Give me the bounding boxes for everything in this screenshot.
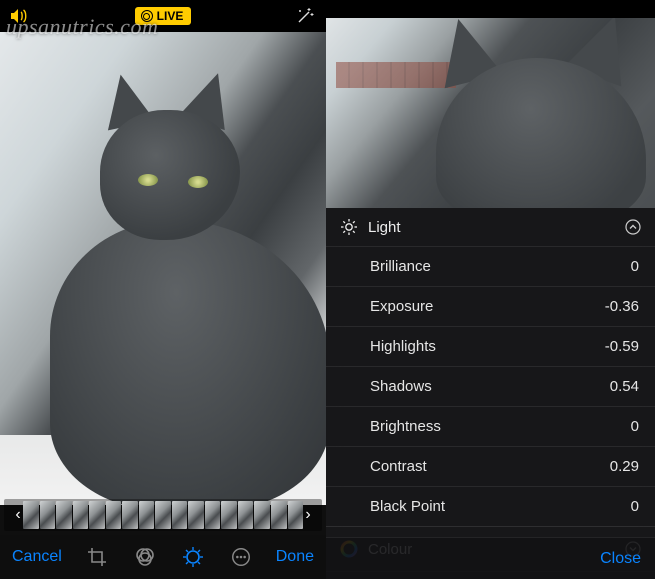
row-contrast[interactable]: Contrast 0.29 bbox=[326, 446, 655, 486]
section-light-label: Light bbox=[368, 219, 401, 236]
label-shadows: Shadows bbox=[370, 378, 432, 395]
live-photo-filmstrip[interactable]: ‹ › bbox=[4, 499, 322, 531]
value-brilliance: 0 bbox=[631, 258, 639, 275]
value-brightness: 0 bbox=[631, 418, 639, 435]
adjustments-panel: Light Brilliance 0 Exposure -0.36 Highli… bbox=[326, 208, 655, 579]
more-icon[interactable] bbox=[230, 546, 252, 568]
done-button[interactable]: Done bbox=[276, 548, 314, 566]
value-black-point: 0 bbox=[631, 498, 639, 515]
live-label: LIVE bbox=[157, 9, 184, 23]
value-contrast: 0.29 bbox=[610, 458, 639, 475]
label-contrast: Contrast bbox=[370, 458, 427, 475]
edit-tools bbox=[86, 546, 252, 568]
live-badge[interactable]: LIVE bbox=[135, 7, 192, 25]
chevron-right-icon[interactable]: › bbox=[304, 507, 312, 523]
row-shadows[interactable]: Shadows 0.54 bbox=[326, 366, 655, 406]
editor-left-pane: LIVE ‹ › Cancel bbox=[0, 0, 326, 579]
filmstrip-frames[interactable] bbox=[23, 501, 303, 529]
status-bar bbox=[326, 0, 655, 18]
light-sun-icon bbox=[340, 218, 358, 236]
label-highlights: Highlights bbox=[370, 338, 436, 355]
magic-wand-icon[interactable] bbox=[296, 7, 314, 25]
cancel-button[interactable]: Cancel bbox=[12, 548, 62, 566]
label-black-point: Black Point bbox=[370, 498, 445, 515]
section-light[interactable]: Light bbox=[326, 208, 655, 246]
value-shadows: 0.54 bbox=[610, 378, 639, 395]
sound-icon[interactable] bbox=[10, 8, 28, 24]
adjust-dial-icon[interactable] bbox=[182, 546, 204, 568]
close-bar: Close bbox=[326, 537, 655, 579]
value-exposure: -0.36 bbox=[605, 298, 639, 315]
editor-right-pane: Light Brilliance 0 Exposure -0.36 Highli… bbox=[326, 0, 655, 579]
row-brightness[interactable]: Brightness 0 bbox=[326, 406, 655, 446]
photo-preview-right[interactable] bbox=[326, 18, 655, 208]
close-button[interactable]: Close bbox=[600, 550, 641, 568]
label-brightness: Brightness bbox=[370, 418, 441, 435]
crop-icon[interactable] bbox=[86, 546, 108, 568]
chevron-left-icon[interactable]: ‹ bbox=[14, 507, 22, 523]
label-exposure: Exposure bbox=[370, 298, 433, 315]
bottom-toolbar: Cancel Done bbox=[0, 535, 326, 579]
label-brilliance: Brilliance bbox=[370, 258, 431, 275]
live-concentric-icon bbox=[141, 10, 153, 22]
row-brilliance[interactable]: Brilliance 0 bbox=[326, 246, 655, 286]
value-highlights: -0.59 bbox=[605, 338, 639, 355]
row-exposure[interactable]: Exposure -0.36 bbox=[326, 286, 655, 326]
photo-preview[interactable] bbox=[0, 32, 326, 505]
row-black-point[interactable]: Black Point 0 bbox=[326, 486, 655, 526]
filters-icon[interactable] bbox=[134, 546, 156, 568]
row-highlights[interactable]: Highlights -0.59 bbox=[326, 326, 655, 366]
top-bar: LIVE bbox=[0, 0, 326, 32]
chevron-up-icon bbox=[625, 219, 641, 235]
